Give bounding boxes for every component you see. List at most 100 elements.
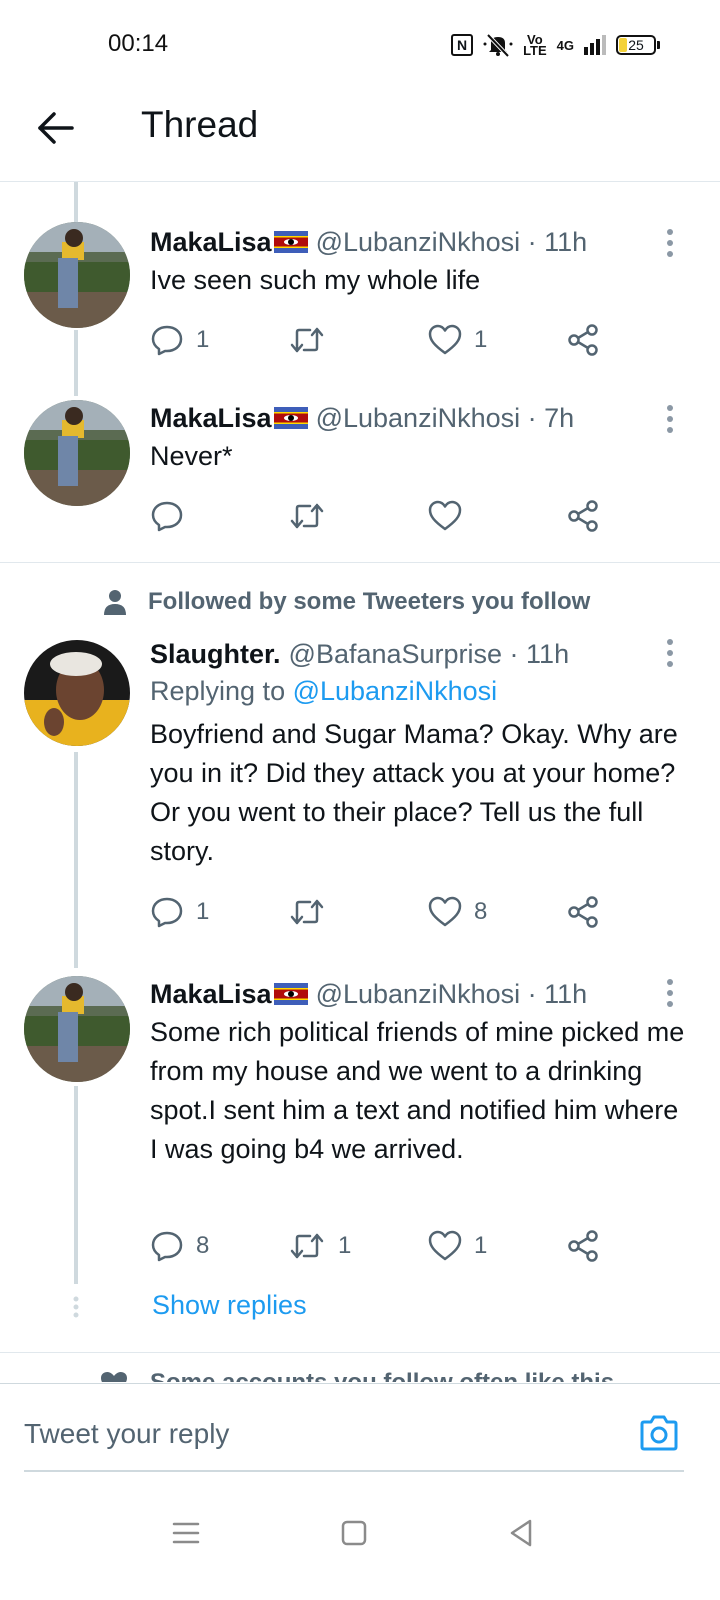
author-name[interactable]: MakaLisa: [150, 401, 272, 435]
page-title: Thread: [141, 104, 259, 145]
like-count: 8: [474, 898, 488, 925]
like-count: 1: [474, 1232, 488, 1259]
like-button[interactable]: [428, 496, 474, 536]
reply-icon: [151, 325, 183, 356]
heart-icon: [428, 324, 462, 355]
reply-button[interactable]: 1: [150, 892, 209, 932]
like-button[interactable]: 1: [428, 320, 487, 360]
top-bar: Thread: [0, 90, 720, 182]
tweet[interactable]: MakaLisa @LubanziNkhosi · 7h Never*: [0, 398, 720, 548]
reply-count: 1: [196, 898, 210, 925]
social-context: Followed by some Tweeters you follow: [104, 588, 590, 616]
avatar[interactable]: [24, 222, 130, 328]
tweet-text: Ive seen such my whole life: [150, 265, 481, 295]
tweet[interactable]: MakaLisa @LubanziNkhosi · 11h Some rich …: [0, 974, 720, 1284]
share-button[interactable]: [566, 320, 600, 360]
section-divider: [0, 562, 720, 563]
signal-icon: [584, 35, 606, 55]
like-button[interactable]: 1: [428, 1226, 487, 1266]
reply-input[interactable]: [24, 1414, 524, 1454]
status-bar: 00:14 N Vo LTE 4G 25: [0, 0, 720, 90]
share-button[interactable]: [566, 496, 600, 536]
heart-icon: [428, 500, 462, 531]
share-button[interactable]: [566, 892, 600, 932]
retweet-icon: [290, 1233, 324, 1259]
network-indicator: 4G: [556, 37, 574, 53]
back-triangle-icon[interactable]: [502, 1513, 542, 1553]
volte-indicator: Vo LTE: [523, 32, 547, 58]
reply-button[interactable]: [150, 496, 196, 536]
status-time: 00:14: [108, 30, 169, 57]
author-handle[interactable]: @LubanziNkhosi · 11h: [316, 977, 588, 1011]
system-nav-bar: [0, 1491, 720, 1600]
tweet[interactable]: Slaughter. @BafanaSurprise · 11h Replyin…: [0, 634, 720, 968]
heart-icon: [428, 1230, 462, 1261]
retweet-count: 1: [338, 1232, 352, 1259]
battery-icon: 25: [616, 35, 660, 55]
back-arrow-icon[interactable]: [34, 108, 78, 148]
retweet-button[interactable]: [288, 892, 338, 932]
social-context-label: Followed by some Tweeters you follow: [148, 588, 591, 615]
reply-button[interactable]: 1: [150, 320, 209, 360]
heart-icon: [428, 896, 462, 927]
heart-filled-icon: [101, 1372, 127, 1382]
avatar[interactable]: [24, 640, 130, 746]
author-name[interactable]: Slaughter.: [150, 637, 281, 671]
like-button[interactable]: 8: [428, 892, 487, 932]
share-icon: [568, 896, 598, 928]
author-handle[interactable]: @LubanziNkhosi · 11h: [316, 225, 588, 259]
share-icon: [568, 324, 598, 356]
more-vertical-icon[interactable]: [666, 638, 674, 668]
thread-dots-icon: [73, 1296, 79, 1318]
nfc-icon: N: [451, 34, 474, 56]
eswatini-flag-icon: [273, 983, 308, 1005]
section-divider: [0, 1352, 720, 1353]
share-icon: [568, 500, 598, 532]
avatar[interactable]: [24, 400, 130, 506]
thread-line: [74, 182, 78, 224]
retweet-button[interactable]: 1: [288, 1226, 351, 1266]
retweet-icon: [290, 503, 324, 529]
tweet-text: Boyfriend and Sugar Mama? Okay. Why are …: [150, 719, 678, 866]
tweet-text: Some rich political friends of mine pick…: [150, 1017, 685, 1164]
retweet-button[interactable]: [288, 320, 338, 360]
reply-composer: [0, 1383, 720, 1491]
more-vertical-icon[interactable]: [666, 228, 674, 258]
status-icons: N Vo LTE 4G 25: [451, 32, 660, 58]
mute-icon: [483, 33, 513, 58]
battery-level: 25: [628, 37, 644, 53]
author-handle[interactable]: @BafanaSurprise · 11h: [289, 637, 570, 671]
more-vertical-icon[interactable]: [666, 404, 674, 434]
reply-underline: [24, 1470, 684, 1472]
reply-icon: [151, 1231, 183, 1262]
reply-button[interactable]: 8: [150, 1226, 209, 1266]
replying-to: Replying to @LubanziNkhosi: [150, 676, 498, 706]
camera-icon[interactable]: [638, 1414, 680, 1452]
eswatini-flag-icon: [273, 231, 308, 253]
retweet-button[interactable]: [288, 496, 338, 536]
share-button[interactable]: [566, 1226, 600, 1266]
share-icon: [568, 1230, 598, 1262]
home-icon[interactable]: [334, 1513, 374, 1553]
tweet[interactable]: MakaLisa @LubanziNkhosi · 11h Ive seen s…: [0, 222, 720, 396]
author-name[interactable]: MakaLisa: [150, 977, 272, 1011]
show-replies-link[interactable]: Show replies: [152, 1290, 307, 1321]
tweet-text: Never*: [150, 441, 233, 471]
menu-icon[interactable]: [166, 1513, 206, 1553]
author-name[interactable]: MakaLisa: [150, 225, 272, 259]
person-icon: [104, 590, 126, 615]
author-handle[interactable]: @LubanziNkhosi · 7h: [316, 401, 575, 435]
reply-count: 8: [196, 1232, 210, 1259]
avatar[interactable]: [24, 976, 130, 1082]
next-social-context: Some accounts you follow often like this: [0, 1355, 720, 1382]
reply-count: 1: [196, 326, 210, 353]
reply-icon: [151, 897, 183, 928]
replying-to-link[interactable]: @LubanziNkhosi: [293, 676, 498, 706]
reply-icon: [151, 501, 183, 532]
like-count: 1: [474, 326, 488, 353]
retweet-icon: [290, 327, 324, 353]
eswatini-flag-icon: [273, 407, 308, 429]
retweet-icon: [290, 899, 324, 925]
next-social-context-label: Some accounts you follow often like this: [150, 1369, 614, 1382]
more-vertical-icon[interactable]: [666, 978, 674, 1008]
